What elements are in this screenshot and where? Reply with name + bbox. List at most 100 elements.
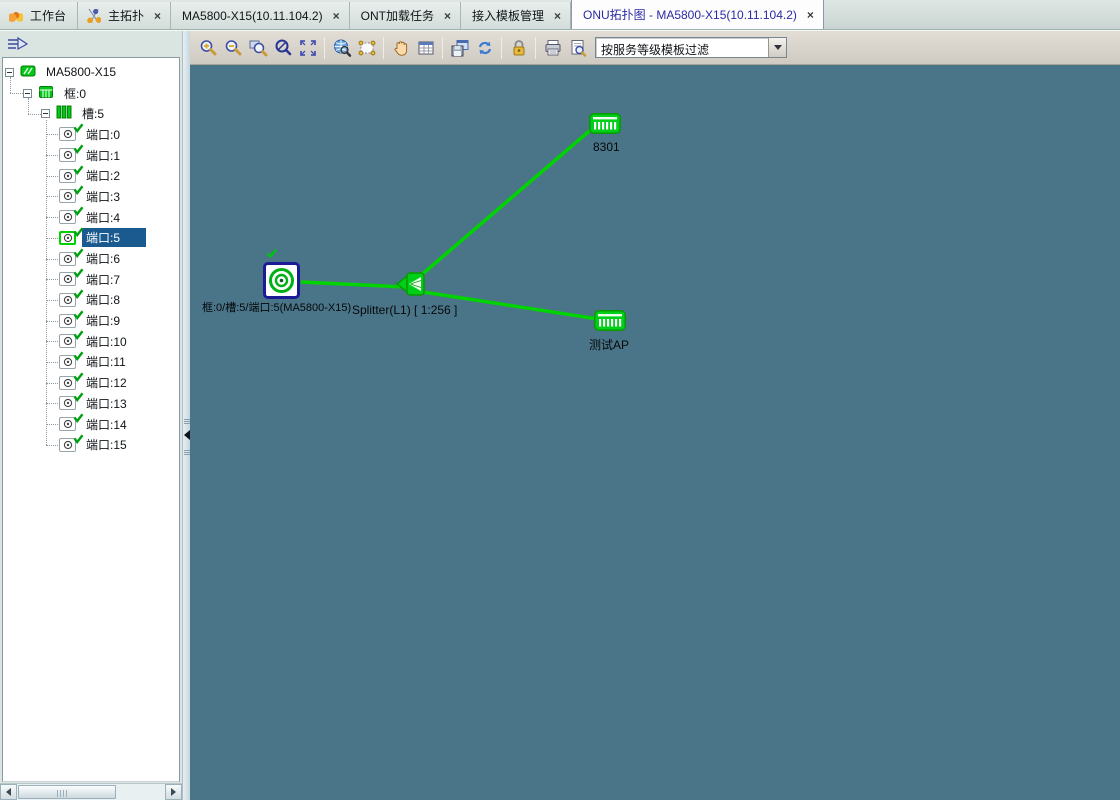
table-view-button[interactable] [414,36,438,60]
scroll-right-button[interactable] [165,784,182,800]
olt-port-node[interactable] [263,262,300,299]
tree-item-port[interactable]: 端口:8 [3,288,179,311]
device-icon [20,64,36,81]
tree-item-label: 端口:2 [86,169,121,184]
status-check-icon [73,433,84,447]
search-icon [333,39,351,57]
tree-item-label: 端口:1 [86,148,121,163]
port-icon-wrap [59,144,84,163]
print-preview-button[interactable] [566,36,590,60]
tree-item-label: 端口:15 [86,438,127,453]
main-area: MA5800-X15 框:0 槽:5 端口:0 端口:1 端口:2 端口:3 端… [0,30,1120,800]
status-check-icon [73,288,84,302]
tree-item-port[interactable]: 端口:2 [3,165,179,186]
app-window: 工作台 主拓扑 × MA5800-X15(10.11.104.2) × ONT加… [0,0,1120,800]
pan-button[interactable] [389,36,413,60]
tab-close-icon[interactable]: × [333,10,340,22]
collapse-toggle-icon[interactable] [23,88,32,98]
zoom-out-icon [225,39,241,55]
tab[interactable]: 工作台 [0,2,79,29]
search-button[interactable] [330,36,354,60]
status-check-icon [73,143,84,157]
refresh-button[interactable] [473,36,497,60]
collapse-panel-icon[interactable] [6,36,32,54]
tab[interactable]: MA5800-X15(10.11.104.2) × [171,2,350,29]
tree-item-port[interactable]: 端口:0 [3,123,179,145]
onu-icon [594,310,626,331]
tab[interactable]: ONT加载任务 × [349,2,461,29]
tab-close-icon[interactable]: × [444,10,451,22]
tree-item-label: 端口:13 [86,396,127,411]
port-icon-wrap [59,247,84,266]
fit-view-button[interactable] [296,36,320,60]
zoom-reset-button[interactable] [271,36,295,60]
zoom-region-button[interactable] [246,36,270,60]
tree-item-port[interactable]: 端口:11 [3,351,179,373]
tree-item-label: 端口:10 [86,334,127,349]
tab-label: 工作台 [30,9,67,23]
tree-item-label: 端口:12 [86,376,127,391]
tab-close-icon[interactable]: × [154,10,161,22]
save-button[interactable] [448,36,472,60]
scrollbar-track[interactable] [17,784,165,800]
topology-canvas[interactable]: 框:0/槽:5/端口:5(MA5800-X15) Splitter(L1) [ … [190,65,1120,800]
splitter-node-label: Splitter(L1) [ 1:256 ] [352,303,458,317]
tree-item-label: 端口:6 [86,252,121,267]
onu-node-test-ap[interactable] [594,310,626,334]
tree-item-port[interactable]: 端口:3 [3,185,179,207]
collapse-toggle-icon[interactable] [5,67,14,77]
status-check-icon [73,329,84,343]
tab-icon [87,8,102,23]
tree-item-port[interactable]: 端口:12 [3,372,179,393]
tree-item-slot[interactable]: 槽:5 [3,103,179,124]
toolbar-separator [324,36,325,59]
tree-item-port[interactable]: 端口:10 [3,329,179,352]
tree-item-device[interactable]: MA5800-X15 [3,62,179,83]
tree-item-port[interactable]: 端口:15 [3,434,179,455]
tree-item-port[interactable]: 端口:13 [3,392,179,414]
tab-label: ONU拓扑图 - MA5800-X15(10.11.104.2) [583,8,797,22]
tab-label: ONT加载任务 [360,9,434,23]
chevron-down-icon[interactable] [768,38,786,57]
pan-hand-icon [394,40,407,56]
filter-template-select[interactable]: 按服务等级模板过滤 [595,37,787,58]
tab-label: MA5800-X15(10.11.104.2) [182,8,323,23]
tree-item-label: 端口:11 [86,355,126,370]
tab-strip: 工作台 主拓扑 × MA5800-X15(10.11.104.2) × ONT加… [0,0,1120,29]
tab[interactable]: 主拓扑 × [78,2,172,29]
tree-item-port[interactable]: 端口:1 [3,144,179,166]
tree-item-port[interactable]: 端口:4 [3,206,179,228]
port-icon-wrap [59,434,84,452]
panel-splitter[interactable] [182,31,190,800]
olt-status-check-icon [266,248,278,262]
zoom-region-icon [249,40,267,56]
tab-label: 接入模板管理 [471,9,544,23]
tree-item-label: 端口:3 [86,189,121,204]
slot-icon [56,105,72,122]
scroll-left-button[interactable] [0,784,17,800]
status-check-icon [73,309,84,323]
tree-item-frame[interactable]: 框:0 [3,83,179,104]
splitter-node[interactable] [395,269,426,302]
scrollbar-thumb[interactable] [18,785,116,799]
tree-item-port[interactable]: 端口:6 [3,247,179,269]
tab[interactable]: 接入模板管理 × [460,2,571,29]
port-icon-wrap [59,392,84,411]
zoom-in-button[interactable] [196,36,220,60]
zoom-out-button[interactable] [221,36,245,60]
lock-button[interactable] [507,36,531,60]
tab-close-icon[interactable]: × [554,10,561,22]
port-icon-wrap [59,268,84,287]
frame-icon [38,85,54,102]
tab-close-icon[interactable]: × [807,9,814,21]
tree-panel-header [0,31,182,57]
collapse-toggle-icon[interactable] [41,109,50,119]
tab[interactable]: ONU拓扑图 - MA5800-X15(10.11.104.2) × [571,0,824,29]
print-button[interactable] [541,36,565,60]
tree-item-port[interactable]: 端口:9 [3,310,179,331]
select-region-button[interactable] [355,36,379,60]
tree-item-port[interactable]: 端口:14 [3,413,179,435]
tree-item-port[interactable]: 端口:7 [3,268,179,290]
onu-node-8301[interactable] [589,113,621,137]
tree-item-port[interactable]: 端口:5 [3,227,179,249]
